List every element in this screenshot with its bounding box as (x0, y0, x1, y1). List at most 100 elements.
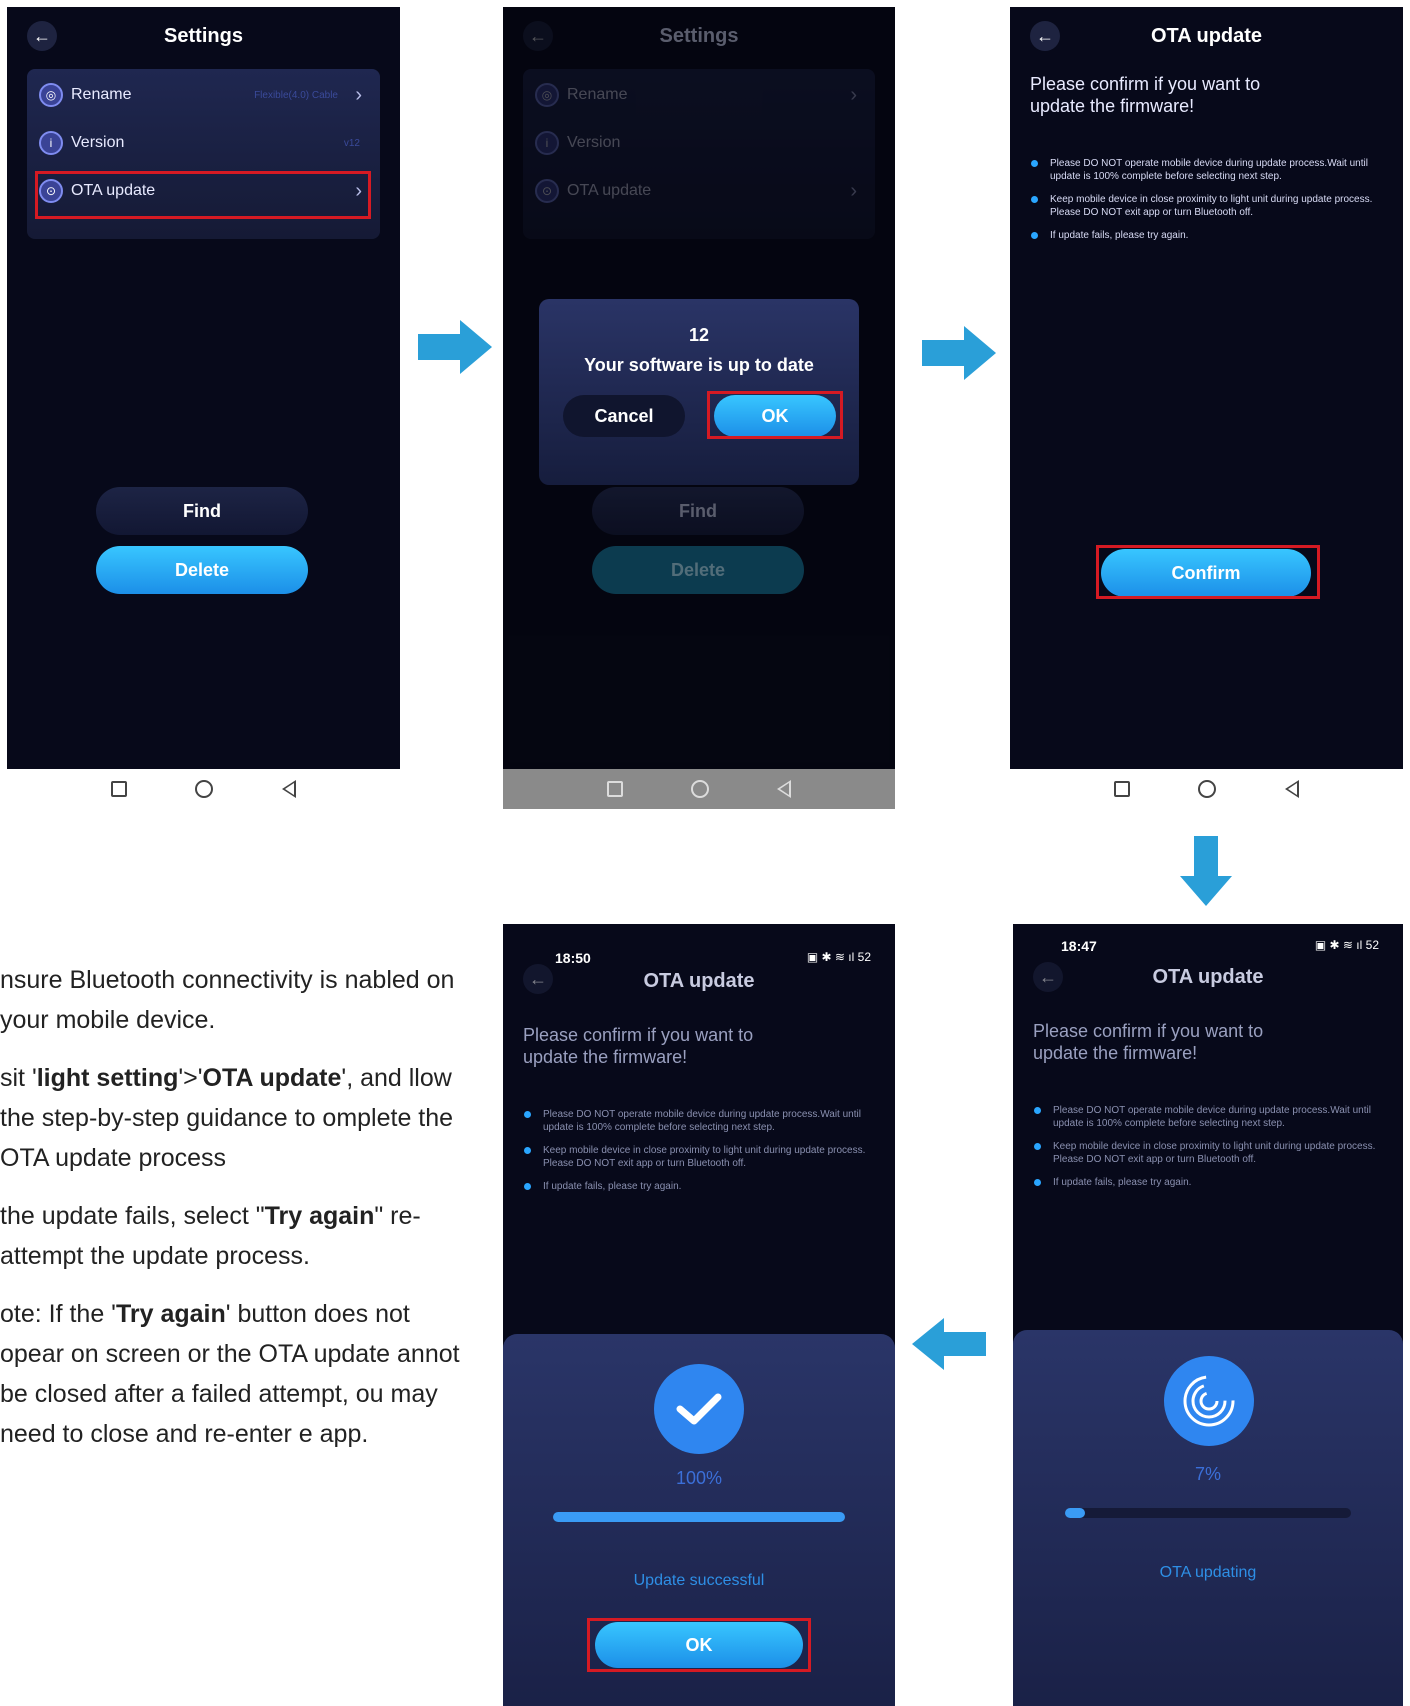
page-title: OTA update (643, 970, 755, 992)
ok-highlight (587, 1618, 811, 1672)
settings-item-label: OTA update (567, 182, 652, 199)
dialog-message: Your software is up to date (584, 355, 814, 375)
page-title: OTA update (1152, 966, 1264, 988)
chevron-right-icon: › (355, 83, 362, 106)
progress-panel: 7% OTA updating (1013, 1330, 1403, 1706)
text-bold: Try again (115, 1300, 226, 1328)
ok-highlight (707, 391, 843, 439)
text: sit ' (0, 1064, 37, 1092)
warning-item: If update fails, please try again. (1033, 1176, 1389, 1189)
settings-item-rename[interactable]: ◎ Rename Flexible(4.0) Cable › (39, 75, 368, 115)
screen-ota-confirm: ← OTA update Please confirm if you want … (1010, 7, 1403, 769)
recents-icon[interactable] (111, 781, 128, 797)
home-icon[interactable] (691, 780, 709, 798)
arrow-right-icon (418, 320, 492, 374)
home-icon[interactable] (1198, 780, 1217, 798)
settings-item-label: Version (567, 134, 621, 151)
ota-update-highlight (35, 171, 371, 219)
instructions-text: nsure Bluetooth connectivity is nabled o… (0, 960, 470, 1472)
status-bar: 18:50 ▣ ✱ ≋ ıl 52 (503, 934, 895, 966)
status-time: 18:47 (1061, 938, 1097, 954)
result-panel: 100% Update successful OK (503, 1334, 895, 1706)
settings-item-label: Version (71, 134, 125, 151)
back-triangle-icon[interactable] (1284, 780, 1299, 798)
instruction-visit: sit 'light setting'>'OTA update', and ll… (0, 1058, 470, 1178)
rename-icon: ◎ (39, 83, 63, 107)
progress-percent: 100% (675, 1468, 723, 1488)
warning-item: Keep mobile device in close proximity to… (1033, 1140, 1389, 1166)
text-bold: OTA update (202, 1064, 342, 1092)
recents-icon[interactable] (607, 781, 623, 797)
status-bar: 18:47 ▣ ✱ ≋ ıl 52 (1013, 934, 1403, 956)
chevron-right-icon: › (850, 179, 857, 202)
warning-item: Keep mobile device in close proximity to… (1030, 193, 1389, 219)
back-triangle-icon[interactable] (281, 780, 296, 798)
ota-warnings: Please DO NOT operate mobile device duri… (1033, 1104, 1389, 1199)
arrow-right-icon (922, 326, 996, 380)
text-bold: light setting (36, 1064, 179, 1092)
progress-fill (553, 1512, 845, 1522)
status-icons: ▣ ✱ ≋ ıl 52 (806, 950, 871, 964)
settings-item-version[interactable]: i Version v12 (39, 123, 368, 163)
progress-fill (1065, 1508, 1086, 1518)
instruction-bluetooth: nsure Bluetooth connectivity is nabled o… (0, 966, 455, 1034)
find-button[interactable]: Find (592, 487, 804, 535)
progress-percent: 7% (1194, 1464, 1221, 1484)
screen-settings: ← Settings ◎ Rename Flexible(4.0) Cable … (7, 7, 400, 769)
version-value: v12 (343, 137, 360, 149)
settings-item-label: Rename (71, 86, 132, 103)
ota-spinner-icon (1164, 1356, 1254, 1446)
success-check-icon (654, 1364, 744, 1454)
screen-ota-updating: 18:47 ▣ ✱ ≋ ıl 52 ← OTA update Please co… (1013, 924, 1403, 1706)
delete-button[interactable]: Delete (96, 546, 308, 594)
warning-item: Please DO NOT operate mobile device duri… (1030, 157, 1389, 183)
page-title: OTA update (1150, 25, 1263, 47)
confirm-highlight (1096, 545, 1320, 599)
instruction-note: ote: If the 'Try again' button does not … (0, 1294, 470, 1454)
ota-heading: Please confirm if you want to update the… (1030, 74, 1261, 116)
system-nav-bar (503, 769, 895, 809)
ota-heading: Please confirm if you want to update the… (523, 1025, 754, 1067)
chevron-right-icon: › (850, 83, 857, 106)
settings-item-ota-update[interactable]: ⊙ OTA update › (535, 171, 863, 211)
update-dialog: 12 Your software is up to date Cancel OK (539, 299, 859, 485)
settings-item-rename[interactable]: ◎ Rename › (535, 75, 863, 115)
instruction-retry: the update fails, select "Try again" re-… (0, 1196, 470, 1276)
ota-warnings: Please DO NOT operate mobile device duri… (523, 1108, 881, 1203)
ota-icon: ⊙ (535, 179, 559, 203)
ota-warnings: Please DO NOT operate mobile device duri… (1030, 157, 1389, 252)
text: '>' (178, 1064, 203, 1092)
progress-track (553, 1512, 845, 1522)
page-title: Settings (659, 25, 739, 47)
warning-item: Keep mobile device in close proximity to… (523, 1144, 881, 1170)
settings-card: ◎ Rename › i Version ⊙ OTA update › (523, 69, 875, 239)
system-nav-bar (7, 769, 400, 809)
rename-value: Flexible(4.0) Cable (254, 89, 338, 101)
back-triangle-icon[interactable] (777, 780, 791, 798)
cancel-button[interactable]: Cancel (563, 395, 685, 437)
info-icon: i (39, 131, 63, 155)
home-icon[interactable] (195, 780, 214, 798)
progress-track (1065, 1508, 1351, 1518)
screen-ota-success: 18:50 ▣ ✱ ≋ ıl 52 ← OTA update Please co… (503, 924, 895, 1706)
dialog-version: 12 (688, 325, 710, 345)
ota-heading: Please confirm if you want to update the… (1033, 1021, 1264, 1063)
text-bold: Try again (264, 1202, 375, 1230)
settings-item-label: Rename (567, 86, 628, 103)
warning-item: If update fails, please try again. (1030, 229, 1389, 242)
progress-status: OTA updating (1159, 1564, 1257, 1581)
text: ote: If the ' (0, 1300, 116, 1328)
find-button[interactable]: Find (96, 487, 308, 535)
arrow-left-icon (912, 1318, 986, 1370)
recents-icon[interactable] (1114, 781, 1131, 797)
delete-button[interactable]: Delete (592, 546, 804, 594)
info-icon: i (535, 131, 559, 155)
status-icons: ▣ ✱ ≋ ıl 52 (1314, 938, 1379, 952)
arrow-down-icon (1180, 836, 1232, 906)
system-nav-bar (1010, 769, 1403, 809)
warning-item: Please DO NOT operate mobile device duri… (523, 1108, 881, 1134)
update-status: Update successful (633, 1572, 765, 1589)
warning-item: If update fails, please try again. (523, 1180, 881, 1193)
settings-item-version[interactable]: i Version (535, 123, 863, 163)
warning-item: Please DO NOT operate mobile device duri… (1033, 1104, 1389, 1130)
